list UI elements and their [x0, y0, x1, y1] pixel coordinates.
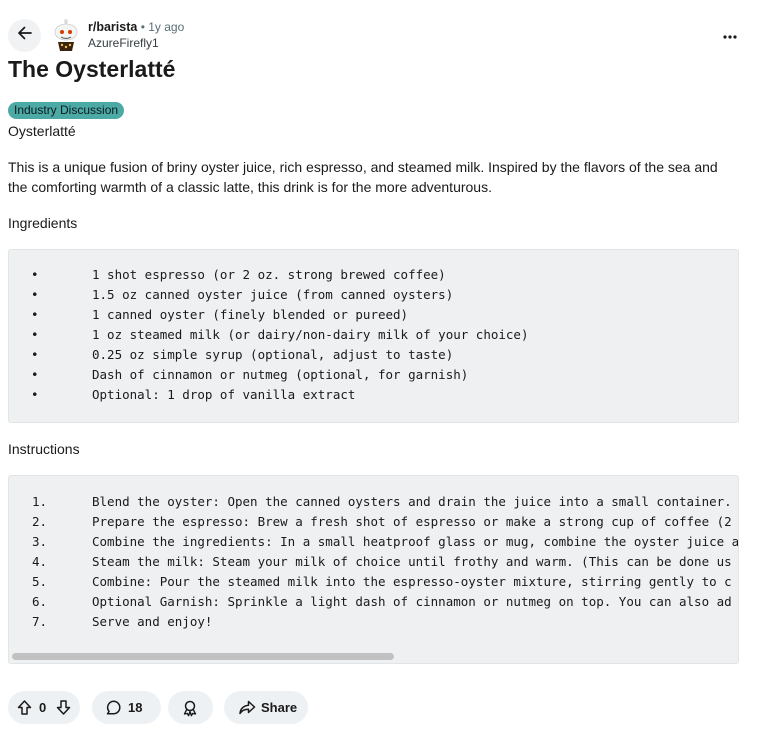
instructions-heading: Instructions [8, 441, 80, 457]
instruction-text: Serve and enjoy! [92, 614, 213, 629]
author-link[interactable]: AzureFirefly1 [88, 35, 184, 51]
back-button[interactable] [8, 19, 41, 52]
comments-button[interactable]: 18 [92, 691, 161, 724]
instruction-text: Prepare the espresso: Brew a fresh shot … [92, 514, 732, 529]
step-number: 3. [32, 534, 48, 549]
ingredient-text: 1.5 oz canned oyster juice (from canned … [92, 287, 454, 302]
post-subtitle: Oysterlatté [8, 123, 76, 139]
instruction-text: Optional Garnish: Sprinkle a light dash … [92, 594, 732, 609]
arrow-left-icon [16, 24, 34, 47]
step-number: 7. [32, 614, 48, 629]
bullet-marker: • [31, 267, 39, 282]
share-button[interactable]: Share [224, 691, 308, 724]
award-ribbon-icon [181, 699, 199, 717]
arrow-down-icon[interactable] [55, 699, 72, 716]
subreddit-link[interactable]: r/barista [88, 20, 137, 34]
ellipsis-icon [723, 26, 737, 44]
subreddit-avatar[interactable] [51, 18, 81, 52]
share-label: Share [261, 700, 298, 715]
vote-control: 0 [8, 691, 80, 724]
award-button[interactable] [168, 691, 213, 724]
bullet-marker: • [31, 347, 39, 362]
bullet-marker: • [31, 307, 39, 322]
horizontal-scrollbar[interactable] [12, 653, 394, 660]
arrow-up-icon[interactable] [16, 699, 33, 716]
share-arrow-icon [238, 699, 256, 716]
step-number: 6. [32, 594, 48, 609]
post-intro: This is a unique fusion of briny oyster … [8, 159, 718, 195]
comment-count: 18 [128, 700, 143, 715]
step-number: 4. [32, 554, 48, 569]
more-options-button[interactable] [719, 24, 741, 46]
bullet-marker: • [31, 387, 39, 402]
post-title: The Oysterlatté [8, 56, 176, 82]
ingredients-heading: Ingredients [8, 215, 78, 231]
ingredient-text: Dash of cinnamon or nutmeg (optional, fo… [92, 367, 469, 382]
step-number: 1. [32, 494, 48, 509]
ingredient-text: 1 oz steamed milk (or dairy/non-dairy mi… [92, 327, 529, 342]
vote-count: 0 [39, 700, 47, 715]
ingredient-text: 1 shot espresso (or 2 oz. strong brewed … [92, 267, 446, 282]
bullet-marker: • [31, 327, 39, 342]
step-number: 5. [32, 574, 48, 589]
ingredient-text: Optional: 1 drop of vanilla extract [92, 387, 356, 402]
post-time: 1y ago [148, 20, 185, 34]
post-flair[interactable]: Industry Discussion [8, 102, 125, 119]
ingredients-code-block: • 1 shot espresso (or 2 oz. strong brewed… [8, 249, 739, 423]
ingredient-text: 1 canned oyster (finely blended or puree… [92, 307, 409, 322]
instruction-text: Combine the ingredients: In a small heat… [92, 534, 739, 549]
bullet-marker: • [31, 367, 39, 382]
ingredient-text: 0.25 oz simple syrup (optional, adjust t… [92, 347, 454, 362]
subreddit-line: r/barista • 1y ago [88, 19, 184, 35]
instruction-text: Combine: Pour the steamed milk into the … [92, 574, 732, 589]
instructions-code-block[interactable]: 1. Blend the oyster: Open the canned oyst… [8, 475, 739, 664]
bullet-marker: • [31, 287, 39, 302]
instruction-text: Steam the milk: Steam your milk of choic… [92, 554, 732, 569]
speech-bubble-icon [105, 699, 122, 716]
meta-separator: • [140, 20, 145, 34]
instruction-text: Blend the oyster: Open the canned oyster… [92, 494, 732, 509]
step-number: 2. [32, 514, 48, 529]
post-meta: r/barista • 1y ago AzureFirefly1 [88, 19, 184, 51]
